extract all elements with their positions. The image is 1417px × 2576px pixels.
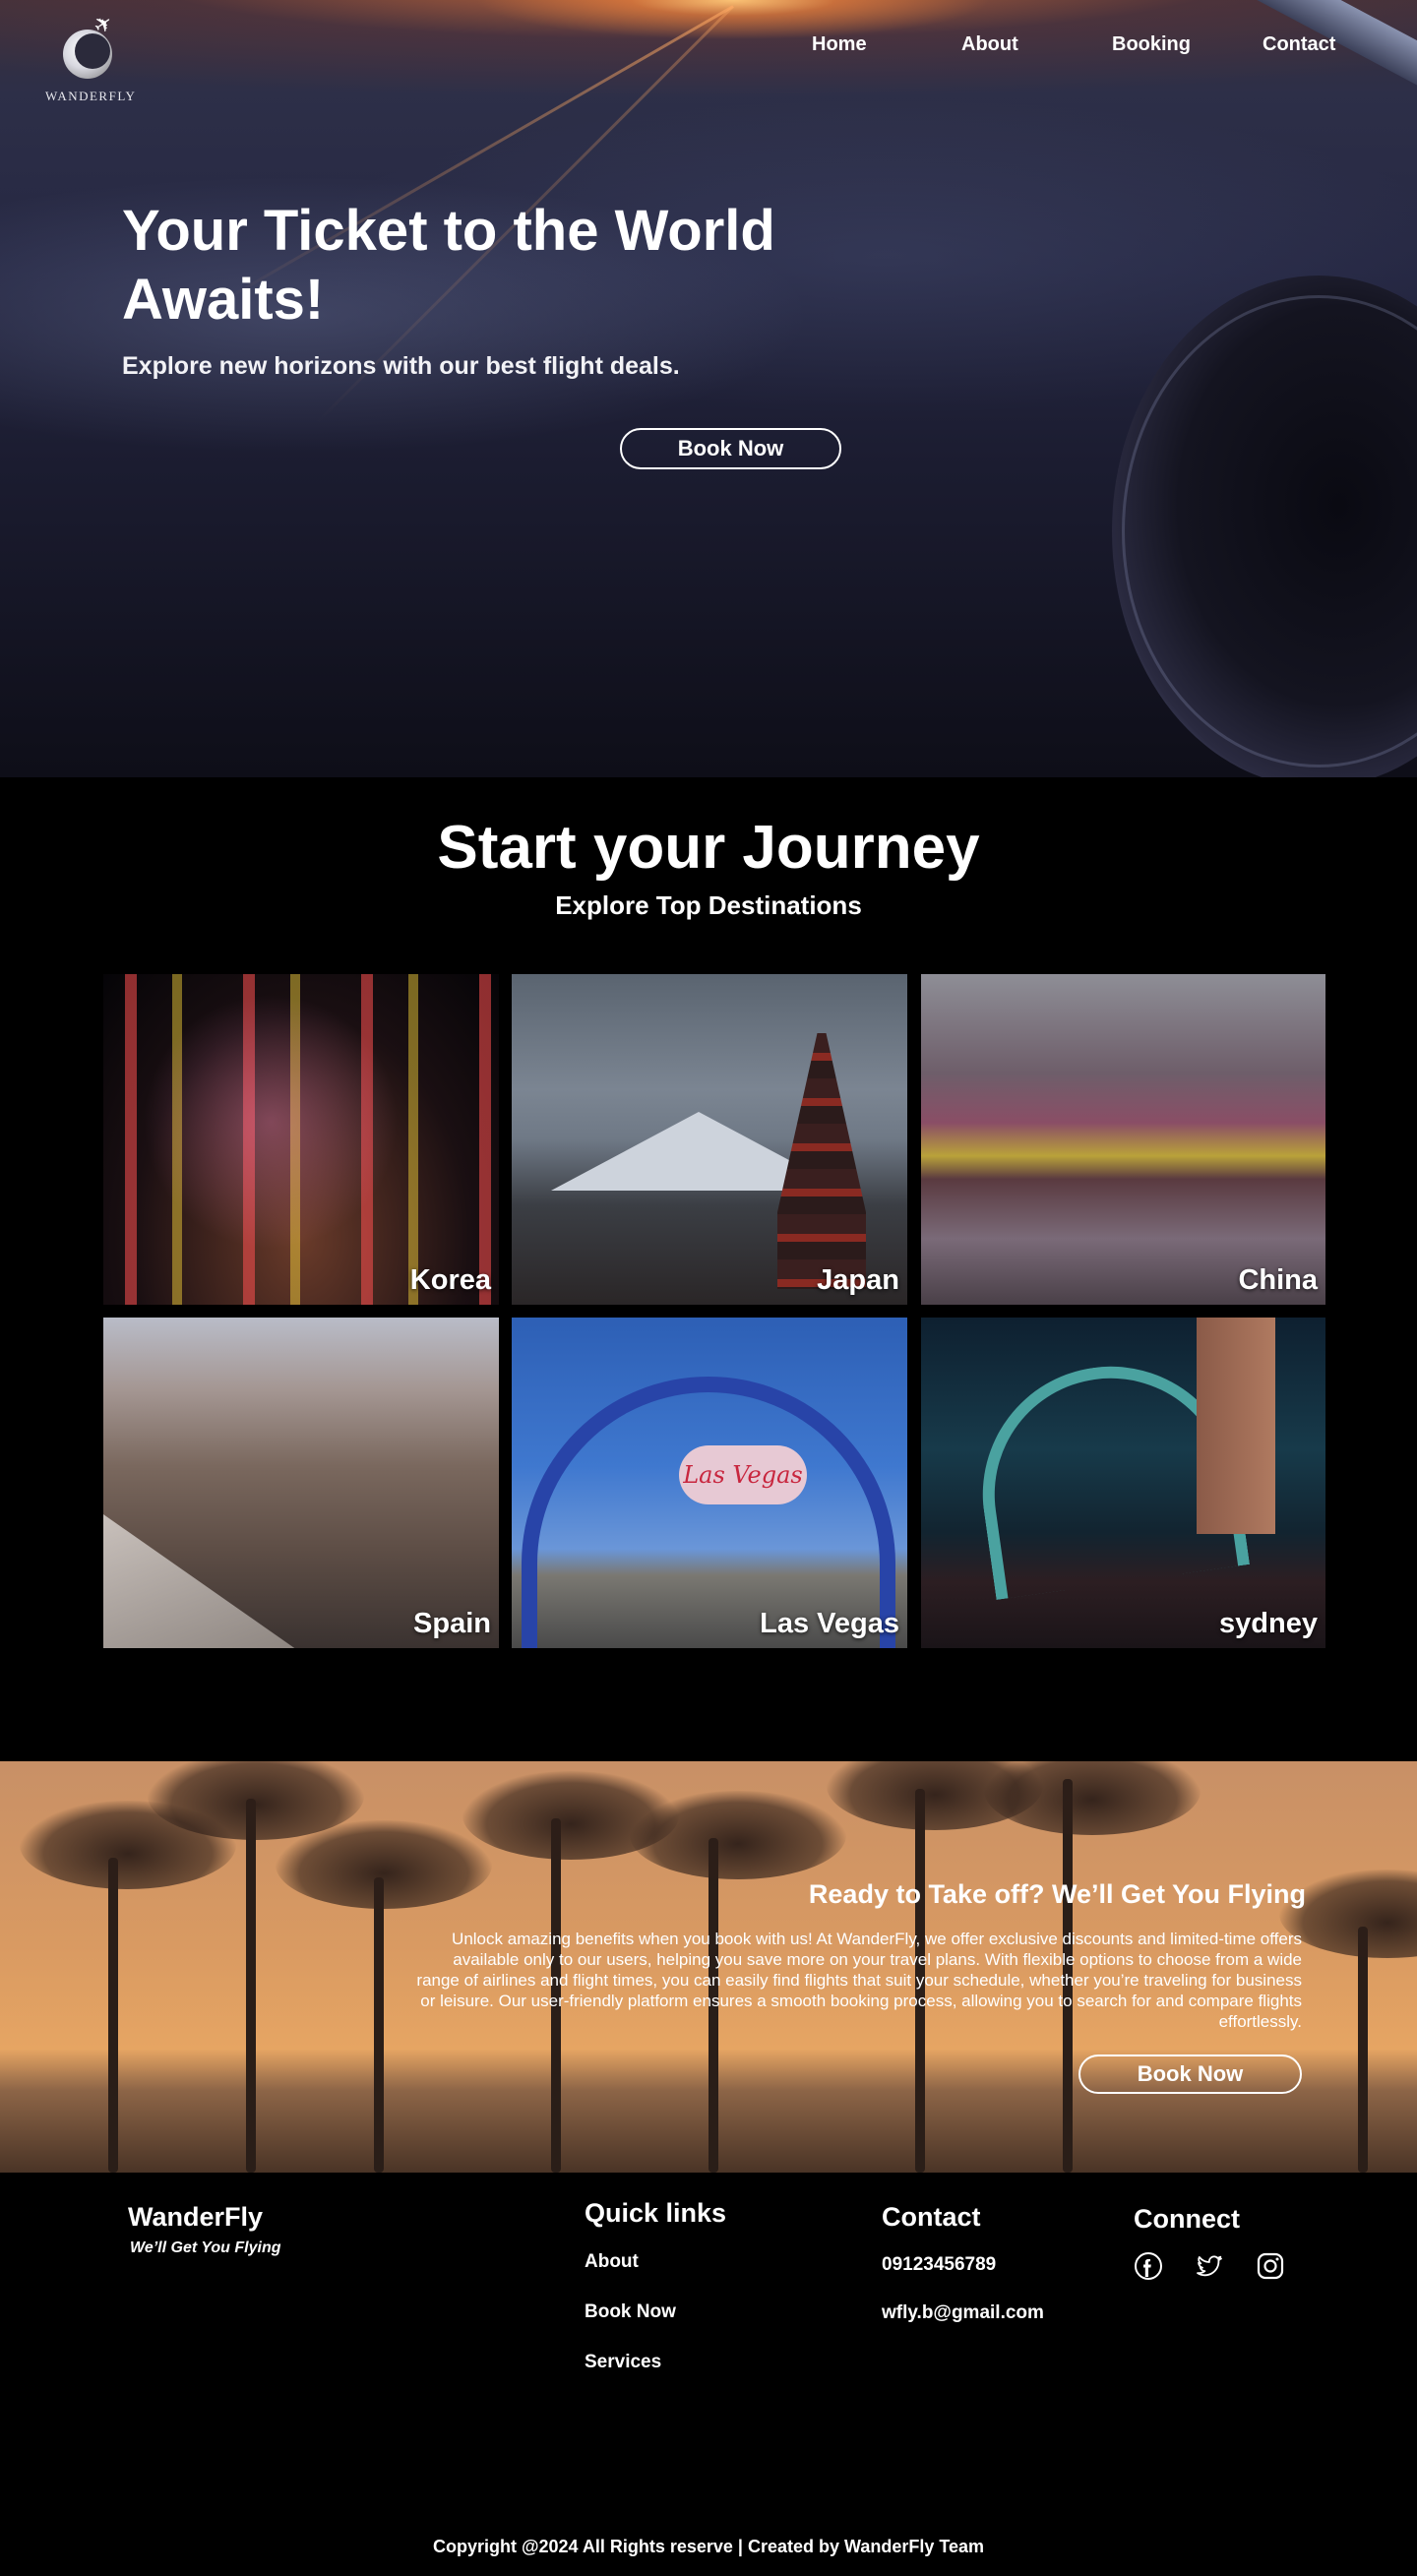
palm-frond <box>630 1791 846 1879</box>
footer-link-about[interactable]: About <box>585 2251 639 2273</box>
nav-home[interactable]: Home <box>812 33 867 56</box>
balcony-ledge <box>103 1514 300 1648</box>
hero-book-now-button[interactable]: Book Now <box>620 428 841 469</box>
hero-subtitle: Explore new horizons with our best fligh… <box>122 352 680 380</box>
nav-contact[interactable]: Contact <box>1263 33 1335 56</box>
hero-title: Your Ticket to the World Awaits! <box>122 199 775 332</box>
twitter-icon[interactable] <box>1195 2251 1224 2281</box>
destination-label: China <box>1238 1264 1318 1296</box>
destination-label: Japan <box>817 1264 899 1296</box>
nav-about[interactable]: About <box>961 33 1018 56</box>
cta-section: Ready to Take off? We’ll Get You Flying … <box>0 1761 1417 2173</box>
destination-card-japan[interactable]: Japan <box>512 974 907 1305</box>
connect-title: Connect <box>1134 2204 1240 2234</box>
journey-subtitle: Explore Top Destinations <box>555 890 862 920</box>
hero-section: ✈ WANDERFLY Home About Booking Contact Y… <box>0 0 1417 777</box>
palm-trunk <box>374 1877 384 2173</box>
bridge-pylon <box>1197 1318 1275 1534</box>
pagoda <box>777 1033 866 1289</box>
nav-booking[interactable]: Booking <box>1112 33 1191 56</box>
destination-card-las-vegas[interactable]: Las Vegas Las Vegas <box>512 1318 907 1648</box>
destination-label: Spain <box>413 1608 491 1639</box>
footer-link-services[interactable]: Services <box>585 2352 661 2373</box>
vegas-sign: Las Vegas <box>679 1445 807 1504</box>
copyright: Copyright @2024 All Rights reserve | Cre… <box>432 2537 985 2556</box>
city-lights <box>143 994 399 1250</box>
cta-body: Unlock amazing benefits when you book wi… <box>416 1930 1302 2031</box>
facebook-icon[interactable] <box>1134 2251 1163 2281</box>
contact-email[interactable]: wfly.b@gmail.com <box>882 2302 1044 2324</box>
palm-trunk <box>246 1799 256 2173</box>
main-nav: Home About Booking Contact <box>0 33 1417 59</box>
palm-trunk <box>1358 1927 1368 2173</box>
palm-frond <box>984 1761 1201 1835</box>
contact-phone: 09123456789 <box>882 2254 997 2275</box>
destination-card-spain[interactable]: Spain <box>103 1318 499 1648</box>
destination-card-china[interactable]: China <box>921 974 1325 1305</box>
quick-links-title: Quick links <box>585 2198 727 2228</box>
destination-card-sydney[interactable]: sydney <box>921 1318 1325 1648</box>
footer-brand: WanderFly <box>128 2202 264 2232</box>
destination-card-korea[interactable]: Korea <box>103 974 499 1305</box>
logo[interactable]: ✈ WANDERFLY <box>45 9 137 110</box>
palm-trunk <box>108 1858 118 2173</box>
footer: WanderFly We’ll Get You Flying Quick lin… <box>0 2173 1417 2576</box>
journey-title: Start your Journey <box>437 814 980 882</box>
cta-book-now-button[interactable]: Book Now <box>1078 2055 1302 2094</box>
logo-text: WANDERFLY <box>45 89 137 103</box>
contact-title: Contact <box>882 2202 981 2232</box>
instagram-icon[interactable] <box>1256 2251 1285 2281</box>
destination-label: Korea <box>409 1264 491 1296</box>
destination-label: Las Vegas <box>760 1608 899 1639</box>
cta-title: Ready to Take off? We’ll Get You Flying <box>808 1879 1306 1909</box>
footer-link-book-now[interactable]: Book Now <box>585 2301 676 2323</box>
destination-label: sydney <box>1219 1608 1318 1639</box>
footer-tagline: We’ll Get You Flying <box>130 2239 281 2256</box>
palm-frond <box>276 1820 492 1909</box>
